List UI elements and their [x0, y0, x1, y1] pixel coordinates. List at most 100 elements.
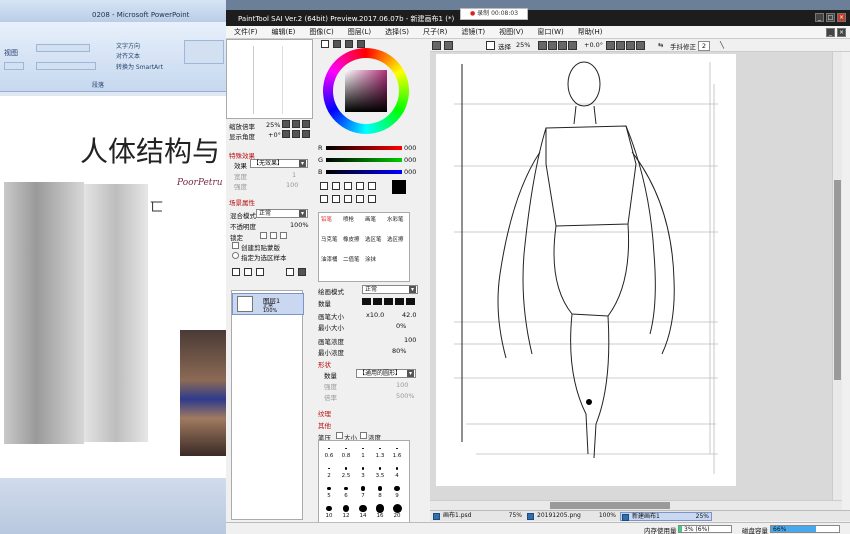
brush-preset-dot[interactable]: [394, 485, 400, 492]
tool-watercolor[interactable]: 水彩笔: [387, 215, 404, 223]
tool-marker[interactable]: 马克笔: [321, 235, 338, 243]
tool-binary-pen[interactable]: 二值笔: [343, 255, 360, 263]
shape-strength-value[interactable]: 100: [396, 381, 408, 389]
primary-color-swatch[interactable]: [392, 180, 406, 194]
selection-visible-checkbox[interactable]: [486, 41, 495, 50]
tool-brush[interactable]: 画笔: [365, 215, 376, 223]
pressure-density-checkbox[interactable]: [360, 432, 367, 439]
brush-blend-select[interactable]: 正常: [362, 285, 418, 294]
menu-window[interactable]: 窗口(W): [537, 27, 563, 37]
brush-preset-dot[interactable]: [359, 504, 367, 513]
min-density-value[interactable]: 80%: [392, 347, 406, 355]
shape-section[interactable]: 形状: [318, 359, 331, 369]
brush-preset-dot[interactable]: [328, 467, 330, 470]
canvas-zoom-value[interactable]: 25%: [516, 41, 530, 49]
menu-file[interactable]: 文件(F): [234, 27, 258, 37]
brush-size-multiplier[interactable]: x10.0: [366, 311, 384, 319]
delete-layer-icon[interactable]: [298, 268, 306, 276]
new-layer-icon[interactable]: [232, 268, 240, 276]
zoom-plus-icon[interactable]: [548, 41, 557, 50]
brush-preset-dot[interactable]: [344, 486, 348, 491]
navigator-panel[interactable]: [226, 39, 313, 119]
brush-size-value[interactable]: 42.0: [402, 311, 416, 319]
zoom-icon[interactable]: [332, 195, 340, 203]
tab-new-canvas1[interactable]: 新建画布1 25%: [620, 512, 712, 521]
color-wheel[interactable]: [323, 48, 409, 134]
brush-preset-dot[interactable]: [345, 447, 347, 450]
other-section[interactable]: 其他: [318, 420, 331, 430]
move-icon[interactable]: [320, 195, 328, 203]
brush-preset-dot[interactable]: [327, 486, 331, 491]
recording-indicator[interactable]: ● 录制 00:08:03: [460, 8, 528, 20]
align-text-button[interactable]: 对齐文本: [116, 51, 140, 60]
zoom-out-icon[interactable]: [282, 120, 290, 128]
rotate-right-icon[interactable]: [292, 130, 300, 138]
magic-wand-icon[interactable]: [344, 182, 352, 190]
brush-preset-dot[interactable]: [328, 447, 330, 450]
rotate-reset-icon[interactable]: [302, 130, 310, 138]
opacity-value[interactable]: 100%: [290, 221, 309, 229]
brush-preset-dot[interactable]: [344, 467, 348, 470]
selection-source-radio[interactable]: [232, 252, 239, 259]
canvas-area[interactable]: [430, 52, 832, 500]
brush-tip-shapes[interactable]: [362, 298, 415, 305]
menu-edit[interactable]: 编辑(E): [272, 27, 296, 37]
brush-preset-dot[interactable]: [360, 486, 366, 491]
blue-value[interactable]: 000: [404, 168, 416, 176]
tool-airbrush[interactable]: 喷枪: [343, 215, 354, 223]
tab-20191205-png[interactable]: 20191205.png 100%: [526, 512, 618, 521]
brush-preset-dot[interactable]: [392, 504, 402, 513]
zoom-fit-icon[interactable]: [558, 41, 567, 50]
tool-pencil[interactable]: 铅笔: [321, 215, 332, 223]
blue-slider[interactable]: [326, 170, 402, 174]
doc-minimize-icon[interactable]: _: [826, 28, 835, 37]
vertical-scroll-thumb[interactable]: [834, 180, 841, 380]
vertical-scrollbar[interactable]: [832, 52, 842, 500]
menu-select[interactable]: 选择(S): [385, 27, 409, 37]
rect-select-icon[interactable]: [320, 182, 328, 190]
effect-select[interactable]: 【无效果】: [250, 159, 308, 168]
brush-preset-dot[interactable]: [375, 504, 385, 513]
zoom-minus-icon[interactable]: [538, 41, 547, 50]
smartart-button[interactable]: 转换为 SmartArt: [116, 62, 163, 71]
horizontal-scroll-thumb[interactable]: [550, 502, 670, 509]
layer-props-section[interactable]: 场景属性: [229, 197, 255, 207]
lock-opacity-checkbox[interactable]: [260, 232, 267, 239]
horizontal-scrollbar[interactable]: [430, 500, 842, 510]
brush-preset-dot[interactable]: [377, 486, 383, 491]
zoom-in-icon[interactable]: [292, 120, 300, 128]
tool-select-pen[interactable]: 选区笔: [365, 235, 382, 243]
red-value[interactable]: 000: [404, 144, 416, 152]
bucket-icon[interactable]: [356, 182, 364, 190]
merge-down-icon[interactable]: [286, 268, 294, 276]
straight-line-icon[interactable]: ╲: [720, 41, 724, 49]
effect-width-value[interactable]: 1: [292, 171, 296, 179]
brush-preset-dot[interactable]: [396, 447, 398, 450]
doc-close-icon[interactable]: ×: [837, 28, 846, 37]
lasso-icon[interactable]: [332, 182, 340, 190]
brush-preset-dot[interactable]: [342, 505, 350, 512]
shape-magnif-value[interactable]: 500%: [396, 392, 415, 400]
new-set-icon[interactable]: [244, 268, 252, 276]
tool-eraser[interactable]: 橡皮擦: [343, 235, 360, 243]
layer-row[interactable]: 图层1 正常 100%: [232, 293, 304, 315]
brush-size-presets[interactable]: 0.6 0.8 1 1.3 1.6 2 2.5 3 3.5 4 5 6 7 8 9 10 12 14 16 20: [318, 440, 410, 524]
redo-icon[interactable]: [444, 41, 453, 50]
clipping-mask-checkbox[interactable]: [232, 242, 239, 249]
menu-ruler[interactable]: 尺子(R): [423, 27, 447, 37]
menu-filter[interactable]: 滤镜(T): [461, 27, 485, 37]
brush-preset-dot[interactable]: [361, 467, 365, 470]
flip-icon[interactable]: [636, 41, 645, 50]
stabilizer-select[interactable]: 2: [698, 41, 710, 51]
eyedropper-icon[interactable]: [368, 195, 376, 203]
menu-image[interactable]: 图像(C): [309, 27, 333, 37]
menu-layer[interactable]: 图层(L): [348, 27, 371, 37]
rotate-ccw-icon[interactable]: [606, 41, 615, 50]
rgb-slider-tab-icon[interactable]: [333, 40, 341, 48]
green-slider[interactable]: [326, 158, 402, 162]
rotate-reset-canvas-icon[interactable]: [626, 41, 635, 50]
lock-move-checkbox[interactable]: [280, 232, 287, 239]
maximize-icon[interactable]: □: [826, 13, 835, 22]
min-size-value[interactable]: 0%: [396, 322, 406, 330]
layer-list[interactable]: 图层1 正常 100%: [231, 290, 304, 520]
